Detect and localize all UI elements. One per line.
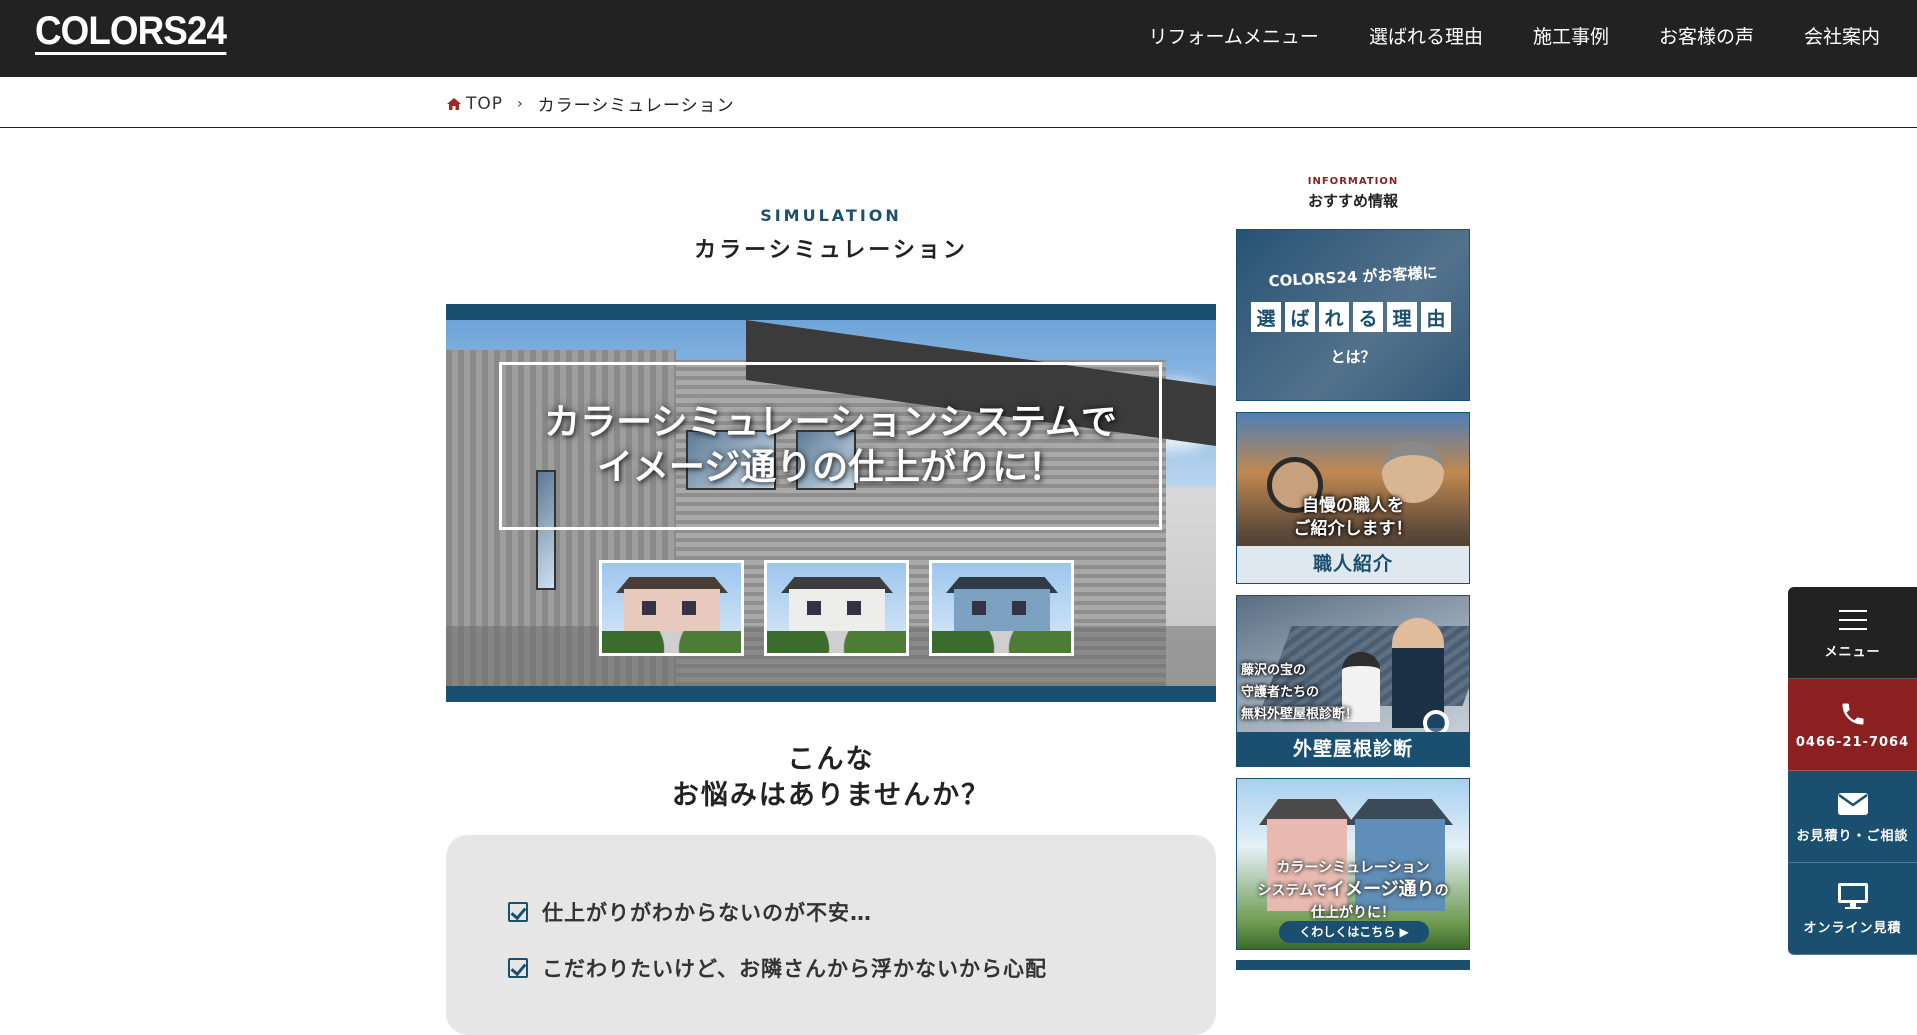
- checkbox-icon: [508, 958, 528, 978]
- banner-diagnosis-line-2: 守護者たちの: [1241, 685, 1320, 700]
- banner-next[interactable]: [1236, 960, 1470, 970]
- details-button[interactable]: くわしくはこちら ▶: [1279, 921, 1429, 943]
- worry-item: こだわりたいけど、お隣さんから浮かないから心配: [508, 953, 1047, 983]
- worries-heading: こんな お悩みはありませんか？: [446, 742, 1216, 814]
- phone-icon: [1837, 699, 1869, 729]
- section-subtitle: SIMULATION: [760, 206, 902, 225]
- worries-heading-line-1: こんな: [787, 744, 875, 775]
- sidebar-title: おすすめ情報: [1307, 192, 1398, 210]
- hamburger-icon: [1837, 605, 1869, 635]
- banner-char: 選: [1251, 302, 1281, 332]
- banner-diagnosis-text: 藤沢の宝の 守護者たちの 無料外壁屋根診断！: [1241, 660, 1358, 726]
- banner-diagnosis-line-3: 無料外壁屋根診断！: [1241, 707, 1359, 722]
- hero-line-2: イメージ通りの仕上がりに！: [596, 447, 1065, 488]
- banner-simulation-line-2b: イメージ通り: [1326, 879, 1435, 900]
- online-estimate-button[interactable]: オンライン見積: [1788, 863, 1917, 955]
- banner-char: 由: [1421, 302, 1451, 332]
- banner-craftsmen-line-1: 自慢の職人を: [1302, 496, 1404, 516]
- worry-item: 仕上がりがわからないのが不安…: [508, 897, 872, 927]
- floating-contact: メニュー 0466-21-7064 お見積り・ご相談 オンライン見積: [1788, 587, 1917, 955]
- site-header: COLORS24 リフォームメニュー 選ばれる理由 施工事例 お客様の声 会社案…: [0, 0, 1917, 77]
- thumb-pink-house: [599, 560, 744, 656]
- banner-char: 理: [1387, 302, 1417, 332]
- banner-craftsmen-label: 職人紹介: [1237, 546, 1469, 583]
- banner-reasons-chars: 選 ば れ る 理 由: [1251, 302, 1451, 332]
- thumb-blue-house: [929, 560, 1074, 656]
- banner-reasons-bottom: とは？: [1330, 348, 1376, 366]
- breadcrumb-home[interactable]: TOP: [446, 94, 503, 114]
- breadcrumb-home-label: TOP: [466, 93, 504, 114]
- craftsman-photo: [1382, 441, 1444, 503]
- banner-diagnosis[interactable]: 藤沢の宝の 守護者たちの 無料外壁屋根診断！ 外壁屋根診断: [1236, 595, 1470, 767]
- mail-icon: [1837, 789, 1869, 819]
- banner-char: ば: [1285, 302, 1315, 332]
- nav-works[interactable]: 施工事例: [1533, 24, 1609, 50]
- banner-craftsmen-text: 自慢の職人を ご紹介します！: [1237, 495, 1469, 541]
- banner-simulation[interactable]: カラーシミュレーション システムでイメージ通りの 仕上がりに！ くわしくはこちら…: [1236, 778, 1470, 950]
- banner-simulation-line-2a: システムで: [1257, 883, 1327, 899]
- site-logo[interactable]: COLORS24: [35, 11, 227, 55]
- online-estimate-label: オンライン見積: [1803, 921, 1902, 936]
- hero-banner: カラーシミュレーションシステムで イメージ通りの仕上がりに！: [446, 304, 1216, 702]
- nav-reasons[interactable]: 選ばれる理由: [1369, 24, 1483, 50]
- estimate-label: お見積り・ご相談: [1796, 829, 1909, 844]
- estimate-button[interactable]: お見積り・ご相談: [1788, 771, 1917, 863]
- worry-text: 仕上がりがわからないのが不安…: [542, 901, 872, 925]
- menu-label: メニュー: [1824, 645, 1881, 660]
- banner-craftsmen[interactable]: 自慢の職人を ご紹介します！ 職人紹介: [1236, 412, 1470, 584]
- banner-char: れ: [1319, 302, 1349, 332]
- color-variation-thumbs: [599, 560, 1074, 656]
- worry-text: こだわりたいけど、お隣さんから浮かないから心配: [542, 957, 1047, 981]
- banner-reasons[interactable]: COLORS24 がお客様に 選 ば れ る 理 由 とは？: [1236, 229, 1470, 401]
- checkbox-icon: [508, 902, 528, 922]
- phone-number: 0466-21-7064: [1795, 735, 1910, 750]
- banner-simulation-text: カラーシミュレーション システムでイメージ通りの 仕上がりに！: [1237, 857, 1469, 924]
- nav-company[interactable]: 会社案内: [1804, 24, 1880, 50]
- banner-diagnosis-line-1: 藤沢の宝の: [1241, 663, 1307, 678]
- worries-heading-line-2: お悩みはありませんか？: [671, 780, 991, 811]
- chevron-right-icon: ›: [517, 95, 524, 112]
- menu-button[interactable]: メニュー: [1788, 587, 1917, 679]
- banner-craftsmen-line-2: ご紹介します！: [1293, 519, 1413, 539]
- sidebar-subtitle: INFORMATION: [1307, 176, 1399, 187]
- hero-headline: カラーシミュレーションシステムで イメージ通りの仕上がりに！: [499, 400, 1162, 490]
- worries-box: 仕上がりがわからないのが不安… こだわりたいけど、お隣さんから浮かないから心配: [446, 835, 1216, 1035]
- banner-simulation-line-1: カラーシミュレーション: [1276, 860, 1430, 876]
- banner-char: る: [1353, 302, 1383, 332]
- hero-line-1: カラーシミュレーションシステムで: [544, 402, 1117, 443]
- banner-diagnosis-label: 外壁屋根診断: [1237, 732, 1469, 766]
- nav-reform-menu[interactable]: リフォームメニュー: [1149, 24, 1319, 50]
- nav-voices[interactable]: お客様の声: [1659, 24, 1754, 50]
- banner-simulation-line-2c: の: [1434, 883, 1449, 899]
- breadcrumb: TOP › カラーシミュレーション: [0, 77, 1917, 128]
- thumb-white-house: [764, 560, 909, 656]
- phone-button[interactable]: 0466-21-7064: [1788, 679, 1917, 771]
- page-title: カラーシミュレーション: [694, 238, 968, 263]
- home-icon: [447, 97, 461, 110]
- breadcrumb-current: カラーシミュレーション: [537, 96, 735, 116]
- global-nav: リフォームメニュー 選ばれる理由 施工事例 お客様の声 会社案内: [1149, 24, 1881, 50]
- monitor-icon: [1837, 881, 1869, 911]
